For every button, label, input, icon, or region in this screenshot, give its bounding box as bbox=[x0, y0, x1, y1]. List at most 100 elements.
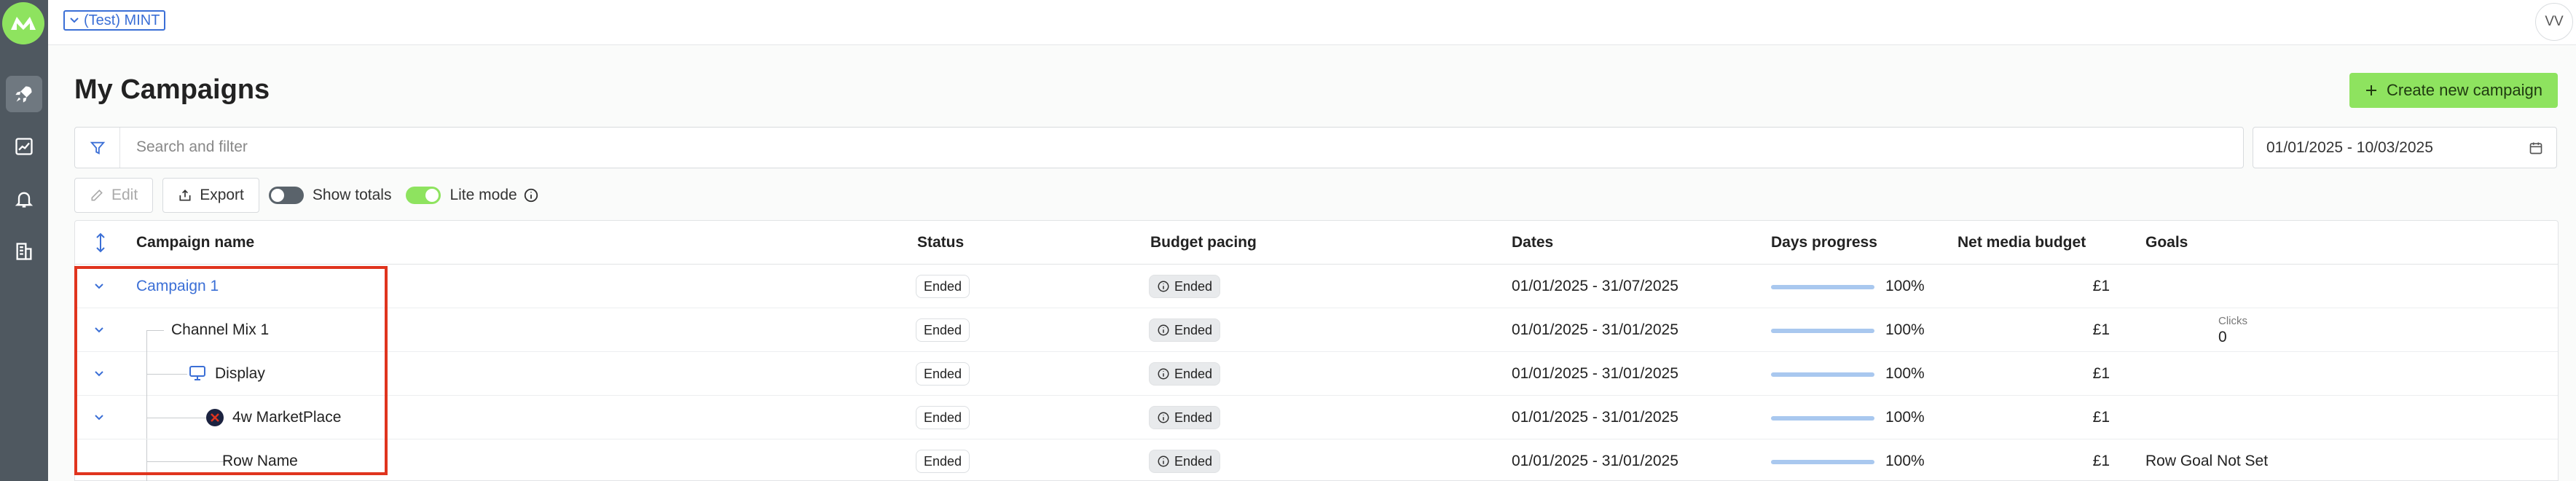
avatar[interactable]: VV bbox=[2535, 3, 2573, 41]
search-input[interactable] bbox=[136, 135, 2176, 160]
pacing-text: Ended bbox=[1174, 322, 1213, 337]
logo-mark-icon bbox=[11, 17, 36, 30]
campaign-name[interactable]: Channel Mix 1 bbox=[171, 321, 269, 339]
sidebar-item-reports[interactable] bbox=[6, 128, 42, 165]
days-progress-text: 100% bbox=[1885, 453, 1925, 469]
days-progress-bar bbox=[1771, 460, 1874, 464]
create-campaign-label: Create new campaign bbox=[2386, 81, 2542, 99]
info-icon bbox=[1158, 368, 1169, 380]
dates-cell: 01/01/2025 - 31/01/2025 bbox=[1512, 453, 1678, 469]
page-title: My Campaigns bbox=[74, 74, 270, 105]
edit-button[interactable]: Edit bbox=[74, 178, 154, 213]
sidebar-item-organisation[interactable] bbox=[6, 233, 42, 270]
pacing-badge: Ended bbox=[1149, 450, 1221, 473]
column-net-media-budget[interactable]: Net media budget bbox=[1957, 234, 2086, 251]
calendar-icon bbox=[2529, 142, 2542, 154]
days-progress-bar bbox=[1771, 329, 1874, 333]
export-button[interactable]: Export bbox=[162, 178, 259, 213]
dates-cell: 01/01/2025 - 31/01/2025 bbox=[1512, 409, 1678, 426]
filter-icon bbox=[90, 141, 105, 155]
campaign-name[interactable]: Display bbox=[215, 365, 265, 383]
status-text: Ended bbox=[924, 453, 962, 469]
avatar-initials: VV bbox=[2545, 14, 2564, 29]
goal-value: Row Goal Not Set bbox=[2145, 453, 2269, 469]
sidebar-item-campaigns[interactable] bbox=[6, 76, 42, 112]
rocket-icon bbox=[15, 86, 32, 103]
account-selector[interactable]: (Test) MINT bbox=[63, 10, 166, 31]
chevron-down-icon[interactable] bbox=[90, 365, 109, 383]
pacing-text: Ended bbox=[1174, 410, 1213, 425]
chevron-down-icon[interactable] bbox=[90, 278, 109, 295]
table-row[interactable]: Row Name Ended Ended 01/01/2025 - 31/01/… bbox=[75, 439, 2558, 481]
pacing-badge: Ended bbox=[1149, 362, 1221, 386]
app-logo[interactable] bbox=[2, 2, 44, 44]
lite-mode-label: Lite mode bbox=[449, 187, 517, 203]
status-text: Ended bbox=[924, 410, 962, 425]
create-campaign-button[interactable]: Create new campaign bbox=[2349, 73, 2558, 108]
days-progress-bar bbox=[1771, 372, 1874, 377]
table-row[interactable]: Display Ended Ended 01/01/2025 - 31/01/2… bbox=[75, 330, 2558, 481]
days-progress-text: 100% bbox=[1885, 365, 1925, 382]
info-icon bbox=[1158, 324, 1169, 336]
budget-cell: £1 bbox=[2092, 453, 2110, 469]
table-toolbar: Edit Export Show totals Lite mode bbox=[74, 178, 539, 213]
table-header: Campaign name Status Budget pacing Dates… bbox=[75, 221, 2558, 265]
table-row[interactable]: Channel Mix 1 Ended Ended 01/01/2025 - 3… bbox=[75, 308, 2558, 352]
budget-cell: £1 bbox=[2092, 409, 2110, 426]
campaign-name[interactable]: Campaign 1 bbox=[136, 278, 219, 295]
column-budget-pacing[interactable]: Budget pacing bbox=[1150, 234, 1257, 251]
status-text: Ended bbox=[924, 366, 962, 381]
top-bar: (Test) MINT VV bbox=[48, 0, 2576, 45]
chevron-down-icon bbox=[70, 17, 79, 23]
column-campaign-name[interactable]: Campaign name bbox=[136, 234, 254, 251]
date-range-picker[interactable]: 01/01/2025 - 10/03/2025 bbox=[2253, 127, 2557, 168]
pacing-badge: Ended bbox=[1149, 318, 1221, 342]
pacing-badge: Ended bbox=[1149, 406, 1221, 429]
pacing-text: Ended bbox=[1174, 366, 1213, 381]
budget-cell: £1 bbox=[2092, 321, 2110, 338]
status-text: Ended bbox=[924, 322, 962, 337]
pencil-icon bbox=[91, 189, 103, 201]
edit-label: Edit bbox=[111, 187, 138, 203]
pacing-text: Ended bbox=[1174, 278, 1213, 294]
chevron-down-icon[interactable] bbox=[90, 409, 109, 426]
dates-cell: 01/01/2025 - 31/07/2025 bbox=[1512, 278, 1678, 294]
column-dates[interactable]: Dates bbox=[1512, 234, 1553, 251]
info-icon bbox=[1158, 412, 1169, 423]
info-icon bbox=[1158, 455, 1169, 467]
days-progress-text: 100% bbox=[1885, 409, 1925, 426]
days-progress-bar bbox=[1771, 416, 1874, 421]
sidebar bbox=[0, 0, 48, 481]
dates-cell: 01/01/2025 - 31/01/2025 bbox=[1512, 321, 1678, 338]
status-badge: Ended bbox=[916, 318, 970, 342]
chevron-down-icon[interactable] bbox=[90, 321, 109, 339]
filter-button[interactable] bbox=[75, 128, 120, 168]
tree-connector bbox=[146, 374, 187, 375]
monitor-icon bbox=[189, 366, 205, 380]
lite-mode-toggle[interactable] bbox=[406, 187, 441, 204]
show-totals-toggle[interactable] bbox=[268, 187, 304, 204]
column-days-progress[interactable]: Days progress bbox=[1771, 234, 1877, 251]
table-row[interactable]: Campaign 1 Ended Ended 01/01/2025 - 31/0… bbox=[75, 265, 2558, 308]
status-badge: Ended bbox=[916, 450, 970, 473]
status-badge: Ended bbox=[916, 362, 970, 386]
sidebar-item-notifications[interactable] bbox=[6, 181, 42, 217]
building-icon bbox=[16, 243, 32, 260]
sort-icon[interactable] bbox=[95, 232, 106, 253]
info-icon bbox=[1158, 281, 1169, 292]
plus-icon bbox=[2365, 85, 2376, 95]
campaign-name[interactable]: Row Name bbox=[222, 453, 298, 470]
budget-cell: £1 bbox=[2092, 278, 2110, 294]
goal-label: Clicks bbox=[2218, 315, 2247, 327]
goal-value: 0 bbox=[2218, 329, 2227, 345]
status-badge: Ended bbox=[916, 406, 970, 429]
tree-connector bbox=[146, 461, 227, 462]
campaign-name[interactable]: 4w MarketPlace bbox=[232, 409, 341, 426]
table-row[interactable]: 4w MarketPlace Ended Ended 01/01/2025 - … bbox=[75, 396, 2558, 439]
status-text: Ended bbox=[924, 278, 962, 294]
column-status[interactable]: Status bbox=[917, 234, 964, 251]
days-progress-bar bbox=[1771, 285, 1874, 289]
show-totals-label: Show totals bbox=[312, 187, 392, 203]
column-goals[interactable]: Goals bbox=[2145, 234, 2188, 251]
info-icon[interactable] bbox=[523, 187, 539, 203]
